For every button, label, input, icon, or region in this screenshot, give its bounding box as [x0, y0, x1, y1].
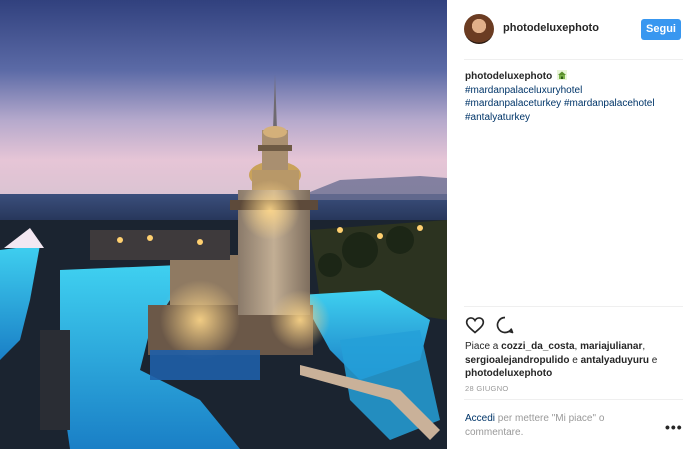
comment-icon[interactable] [495, 315, 515, 335]
like-user-link[interactable]: antalyaduyuru [581, 355, 649, 366]
caption-username[interactable]: photodeluxephoto [465, 71, 552, 82]
header-username[interactable]: photodeluxephoto [503, 22, 599, 34]
likes-and: e [572, 354, 578, 366]
house-emoji-icon [557, 70, 567, 80]
likes-and: e [651, 354, 658, 366]
heart-icon[interactable] [465, 315, 485, 335]
like-user-link[interactable]: photodeluxephoto [465, 368, 552, 379]
post-date[interactable]: 28 GIUGNO [465, 384, 509, 393]
hashtag-link[interactable]: #mardanpalacehotel [564, 98, 655, 109]
header-divider [464, 59, 683, 60]
likes-text: Piace a cozzi_da_costa, mariajulianar, s… [465, 340, 681, 381]
more-options-icon[interactable]: ••• [665, 419, 683, 435]
hashtag-link[interactable]: #antalyaturkey [465, 112, 530, 123]
login-link[interactable]: Accedi [465, 413, 495, 424]
post-sidebar: photodeluxephoto Segui photodeluxephoto … [447, 0, 695, 449]
caption: photodeluxephoto #mardanpalaceluxuryhote… [465, 70, 681, 124]
hashtag-link[interactable]: #mardanpalaceturkey [465, 98, 561, 109]
likes-prefix: Piace a [465, 341, 499, 352]
instagram-post: photodeluxephoto Segui photodeluxephoto … [0, 0, 695, 449]
avatar[interactable] [464, 14, 494, 44]
hashtag-link[interactable]: #mardanpalaceluxuryhotel [465, 85, 582, 96]
follow-button[interactable]: Segui [641, 19, 681, 40]
like-user-link[interactable]: sergioalejandropulido [465, 355, 569, 366]
actions-divider [464, 306, 683, 307]
like-user-link[interactable]: mariajulianar [580, 341, 642, 352]
hotel-photo-image [0, 0, 447, 449]
comment-divider [464, 399, 683, 400]
login-prompt: Accedi per mettere "Mi piace" o commenta… [465, 412, 635, 440]
likes-separator: , [642, 341, 646, 352]
like-user-link[interactable]: cozzi_da_costa [501, 341, 574, 352]
post-photo[interactable] [0, 0, 447, 449]
post-header: photodeluxephoto Segui [447, 0, 695, 59]
